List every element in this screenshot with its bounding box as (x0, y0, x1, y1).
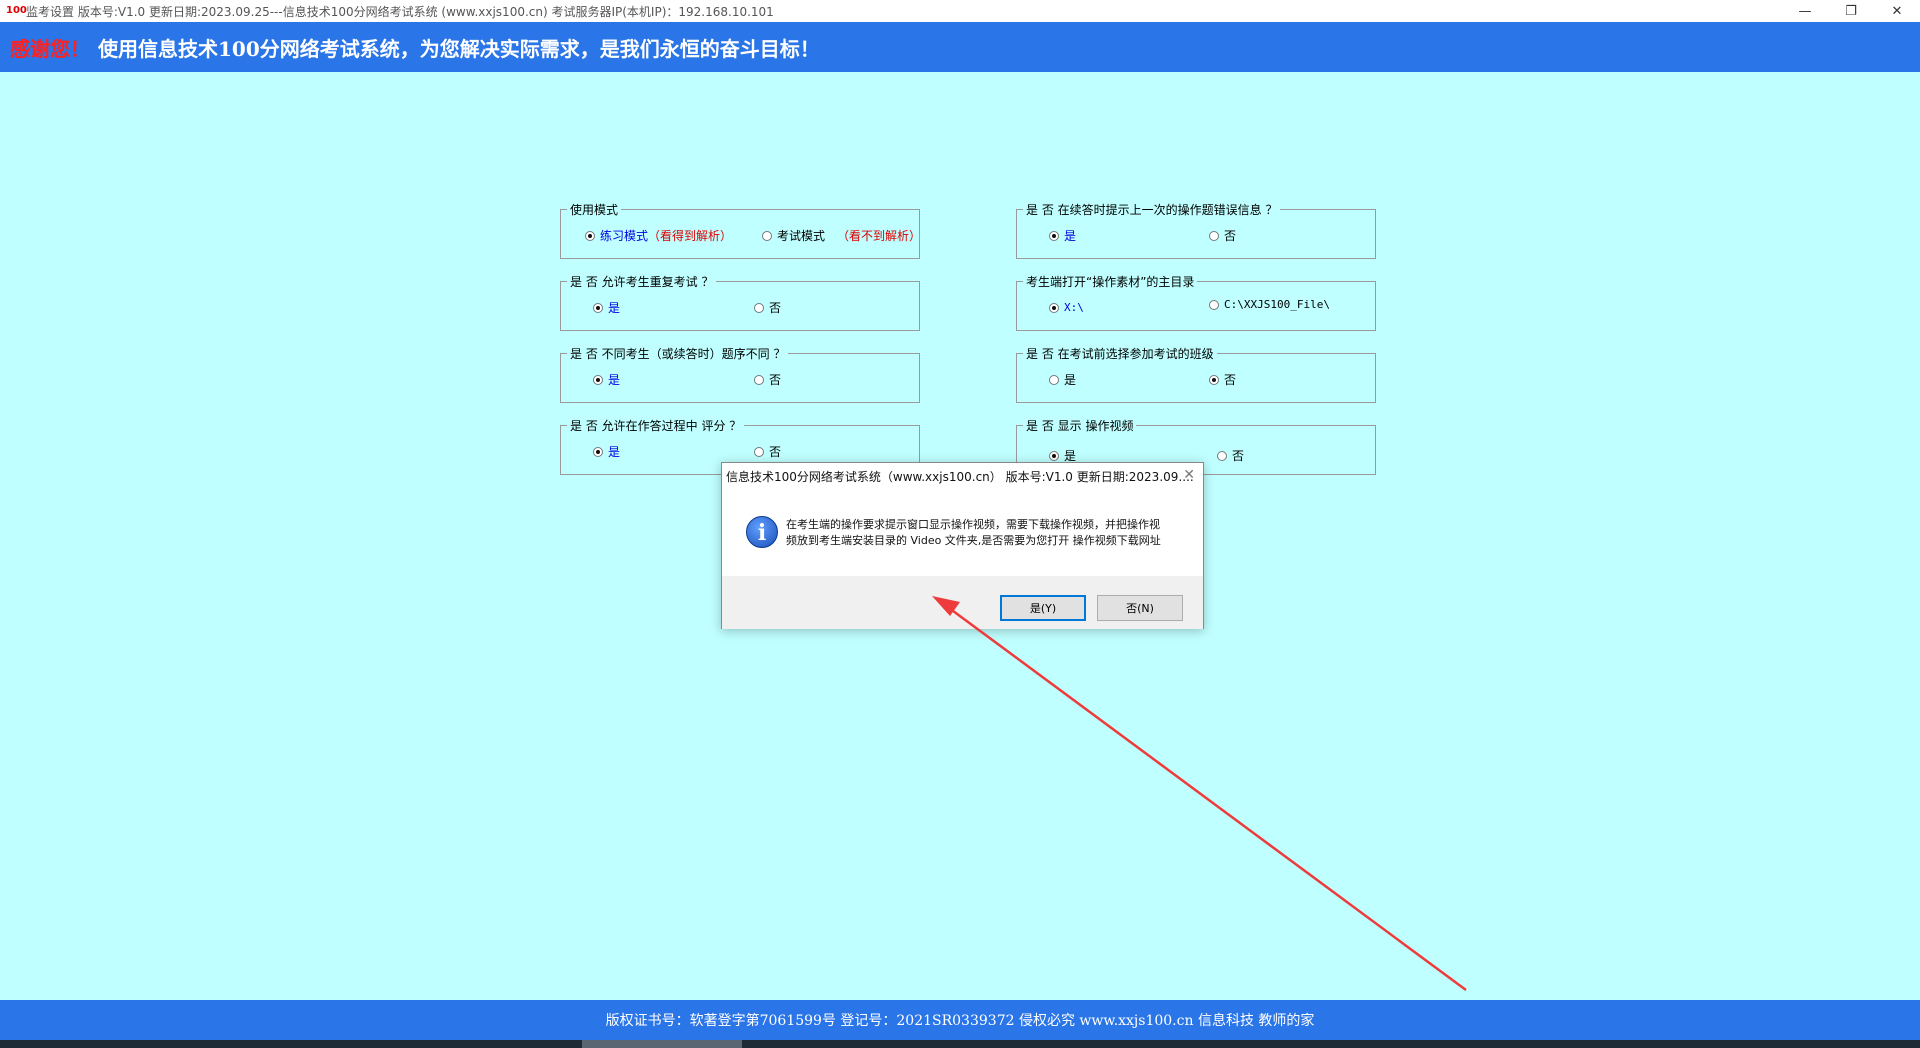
radio-checked-icon (593, 374, 603, 385)
radio-class-no[interactable]: 否 (1209, 371, 1236, 388)
radio-checked-icon (1049, 230, 1059, 241)
radio-practice-mode[interactable]: 练习模式 （看得到解析） (585, 227, 732, 244)
option-label: 否 (1224, 373, 1237, 387)
dialog-button-bar: 是(Y) 否(N) (722, 576, 1203, 629)
dialog-message: 在考生端的操作要求提示窗口显示操作视频，需要下载操作视频，并把操作视 频放到考生… (786, 517, 1186, 549)
taskbar-active-item[interactable] (582, 1040, 742, 1048)
radio-class-yes[interactable]: 是 (1049, 371, 1076, 388)
radio-unchecked-icon (762, 230, 772, 241)
radio-video-no[interactable]: 否 (1217, 447, 1244, 464)
option-label: 否 (769, 301, 782, 315)
taskbar-strip (0, 1040, 1920, 1048)
radio-unchecked-icon (754, 302, 764, 313)
banner-thanks: 感谢您！ (10, 36, 90, 61)
radio-order-no[interactable]: 否 (754, 371, 781, 388)
dialog-message-line: 频放到考生端安装目录的 Video 文件夹,是否需要为您打开 操作视频下载网址 (786, 534, 1161, 547)
option-note: （看得到解析） (648, 229, 733, 243)
group-legend: 是 否 在考试前选择参加考试的班级 (1023, 345, 1217, 362)
group-allow-retake: 是 否 允许考生重复考试 ？ 是 否 (560, 273, 920, 331)
group-usage-mode: 使用模式 练习模式 （看得到解析） 考试模式 （看不到解析） (560, 201, 921, 259)
radio-exam-mode[interactable]: 考试模式 （看不到解析） (762, 227, 921, 244)
option-label: 考试模式 (777, 229, 826, 243)
option-label: X:\ (1064, 301, 1084, 314)
option-note: （看不到解析） (837, 229, 922, 243)
radio-unchecked-icon (1217, 450, 1227, 461)
group-previous-error: 是 否 在续答时提示上一次的操作题错误信息 ？ 是 否 (1016, 201, 1376, 259)
banner-slogan: 使用信息技术100分网络考试系统，为您解决实际需求，是我们永恒的奋斗目标！ (98, 36, 820, 61)
radio-prev-error-no[interactable]: 否 (1209, 227, 1236, 244)
dialog-message-line: 在考生端的操作要求提示窗口显示操作视频，需要下载操作视频，并把操作视 (786, 518, 1160, 531)
top-banner: 感谢您！ 使用信息技术100分网络考试系统，为您解决实际需求，是我们永恒的奋斗目… (0, 22, 1920, 72)
option-label: 练习模式 (600, 229, 649, 243)
radio-material-c-drive[interactable]: C:\XXJS100_File\ (1209, 298, 1330, 311)
group-legend: 是 否 显示 操作视频 (1023, 417, 1137, 434)
restore-button[interactable]: ❐ (1828, 0, 1874, 22)
group-legend: 是 否 在续答时提示上一次的操作题错误信息 ？ (1023, 201, 1281, 218)
option-label: 否 (769, 445, 782, 459)
option-label: 否 (769, 373, 782, 387)
option-label: 否 (1224, 229, 1237, 243)
radio-score-no[interactable]: 否 (754, 443, 781, 460)
confirm-dialog: 信息技术100分网络考试系统（www.xxjs100.cn） 版本号:V1.0 … (721, 462, 1204, 629)
window-title: 监考设置 版本号:V1.0 更新日期:2023.09.25---信息技术100分… (26, 4, 774, 19)
radio-checked-icon (585, 230, 595, 241)
dialog-close-icon[interactable]: ✕ (1183, 467, 1195, 483)
no-button[interactable]: 否(N) (1097, 595, 1183, 621)
radio-unchecked-icon (1209, 299, 1219, 310)
group-legend: 是 否 允许考生重复考试 ？ (567, 273, 717, 290)
close-button[interactable]: ✕ (1874, 0, 1920, 22)
group-material-directory: 考生端打开“操作素材”的主目录 X:\ C:\XXJS100_File\ (1016, 273, 1376, 331)
yes-button[interactable]: 是(Y) (1000, 595, 1086, 621)
arrow-shaft (944, 603, 1467, 992)
minimize-button[interactable]: — (1782, 0, 1828, 22)
radio-prev-error-yes[interactable]: 是 (1049, 227, 1076, 244)
option-label: 否 (1232, 449, 1245, 463)
radio-checked-icon (593, 302, 603, 313)
radio-unchecked-icon (754, 446, 764, 457)
info-icon: i (746, 516, 778, 548)
radio-retake-yes[interactable]: 是 (593, 299, 620, 316)
dialog-title: 信息技术100分网络考试系统（www.xxjs100.cn） 版本号:V1.0 … (726, 469, 1194, 484)
window-title-bar: 100 监考设置 版本号:V1.0 更新日期:2023.09.25---信息技术… (0, 0, 1920, 22)
footer-copyright: 版权证书号：软著登字第7061599号 登记号：2021SR0339372 侵权… (0, 1000, 1920, 1040)
option-label: 是 (608, 301, 621, 315)
group-question-order: 是 否 不同考生（或续答时）题序不同 ？ 是 否 (560, 345, 920, 403)
radio-order-yes[interactable]: 是 (593, 371, 620, 388)
group-legend: 是 否 允许在作答过程中 评分 ？ (567, 417, 745, 434)
radio-material-x-drive[interactable]: X:\ (1049, 301, 1084, 314)
footer-text: 版权证书号：软著登字第7061599号 登记号：2021SR0339372 侵权… (605, 1013, 1315, 1029)
window-controls: — ❐ ✕ (1782, 0, 1920, 22)
group-legend: 是 否 不同考生（或续答时）题序不同 ？ (567, 345, 789, 362)
radio-unchecked-icon (1209, 230, 1219, 241)
radio-retake-no[interactable]: 否 (754, 299, 781, 316)
app-logo-icon: 100 (6, 5, 27, 16)
group-select-class: 是 否 在考试前选择参加考试的班级 是 否 (1016, 345, 1376, 403)
option-label: 是 (1064, 229, 1077, 243)
option-label: C:\XXJS100_File\ (1224, 298, 1330, 311)
group-legend: 考生端打开“操作素材”的主目录 (1023, 273, 1198, 290)
radio-score-yes[interactable]: 是 (593, 443, 620, 460)
radio-checked-icon (1049, 302, 1059, 313)
group-legend: 使用模式 (567, 201, 622, 218)
radio-unchecked-icon (1049, 374, 1059, 385)
radio-checked-icon (593, 446, 603, 457)
option-label: 是 (1064, 373, 1077, 387)
radio-checked-icon (1209, 374, 1219, 385)
radio-checked-icon (1049, 450, 1059, 461)
radio-unchecked-icon (754, 374, 764, 385)
option-label: 是 (608, 445, 621, 459)
option-label: 是 (608, 373, 621, 387)
